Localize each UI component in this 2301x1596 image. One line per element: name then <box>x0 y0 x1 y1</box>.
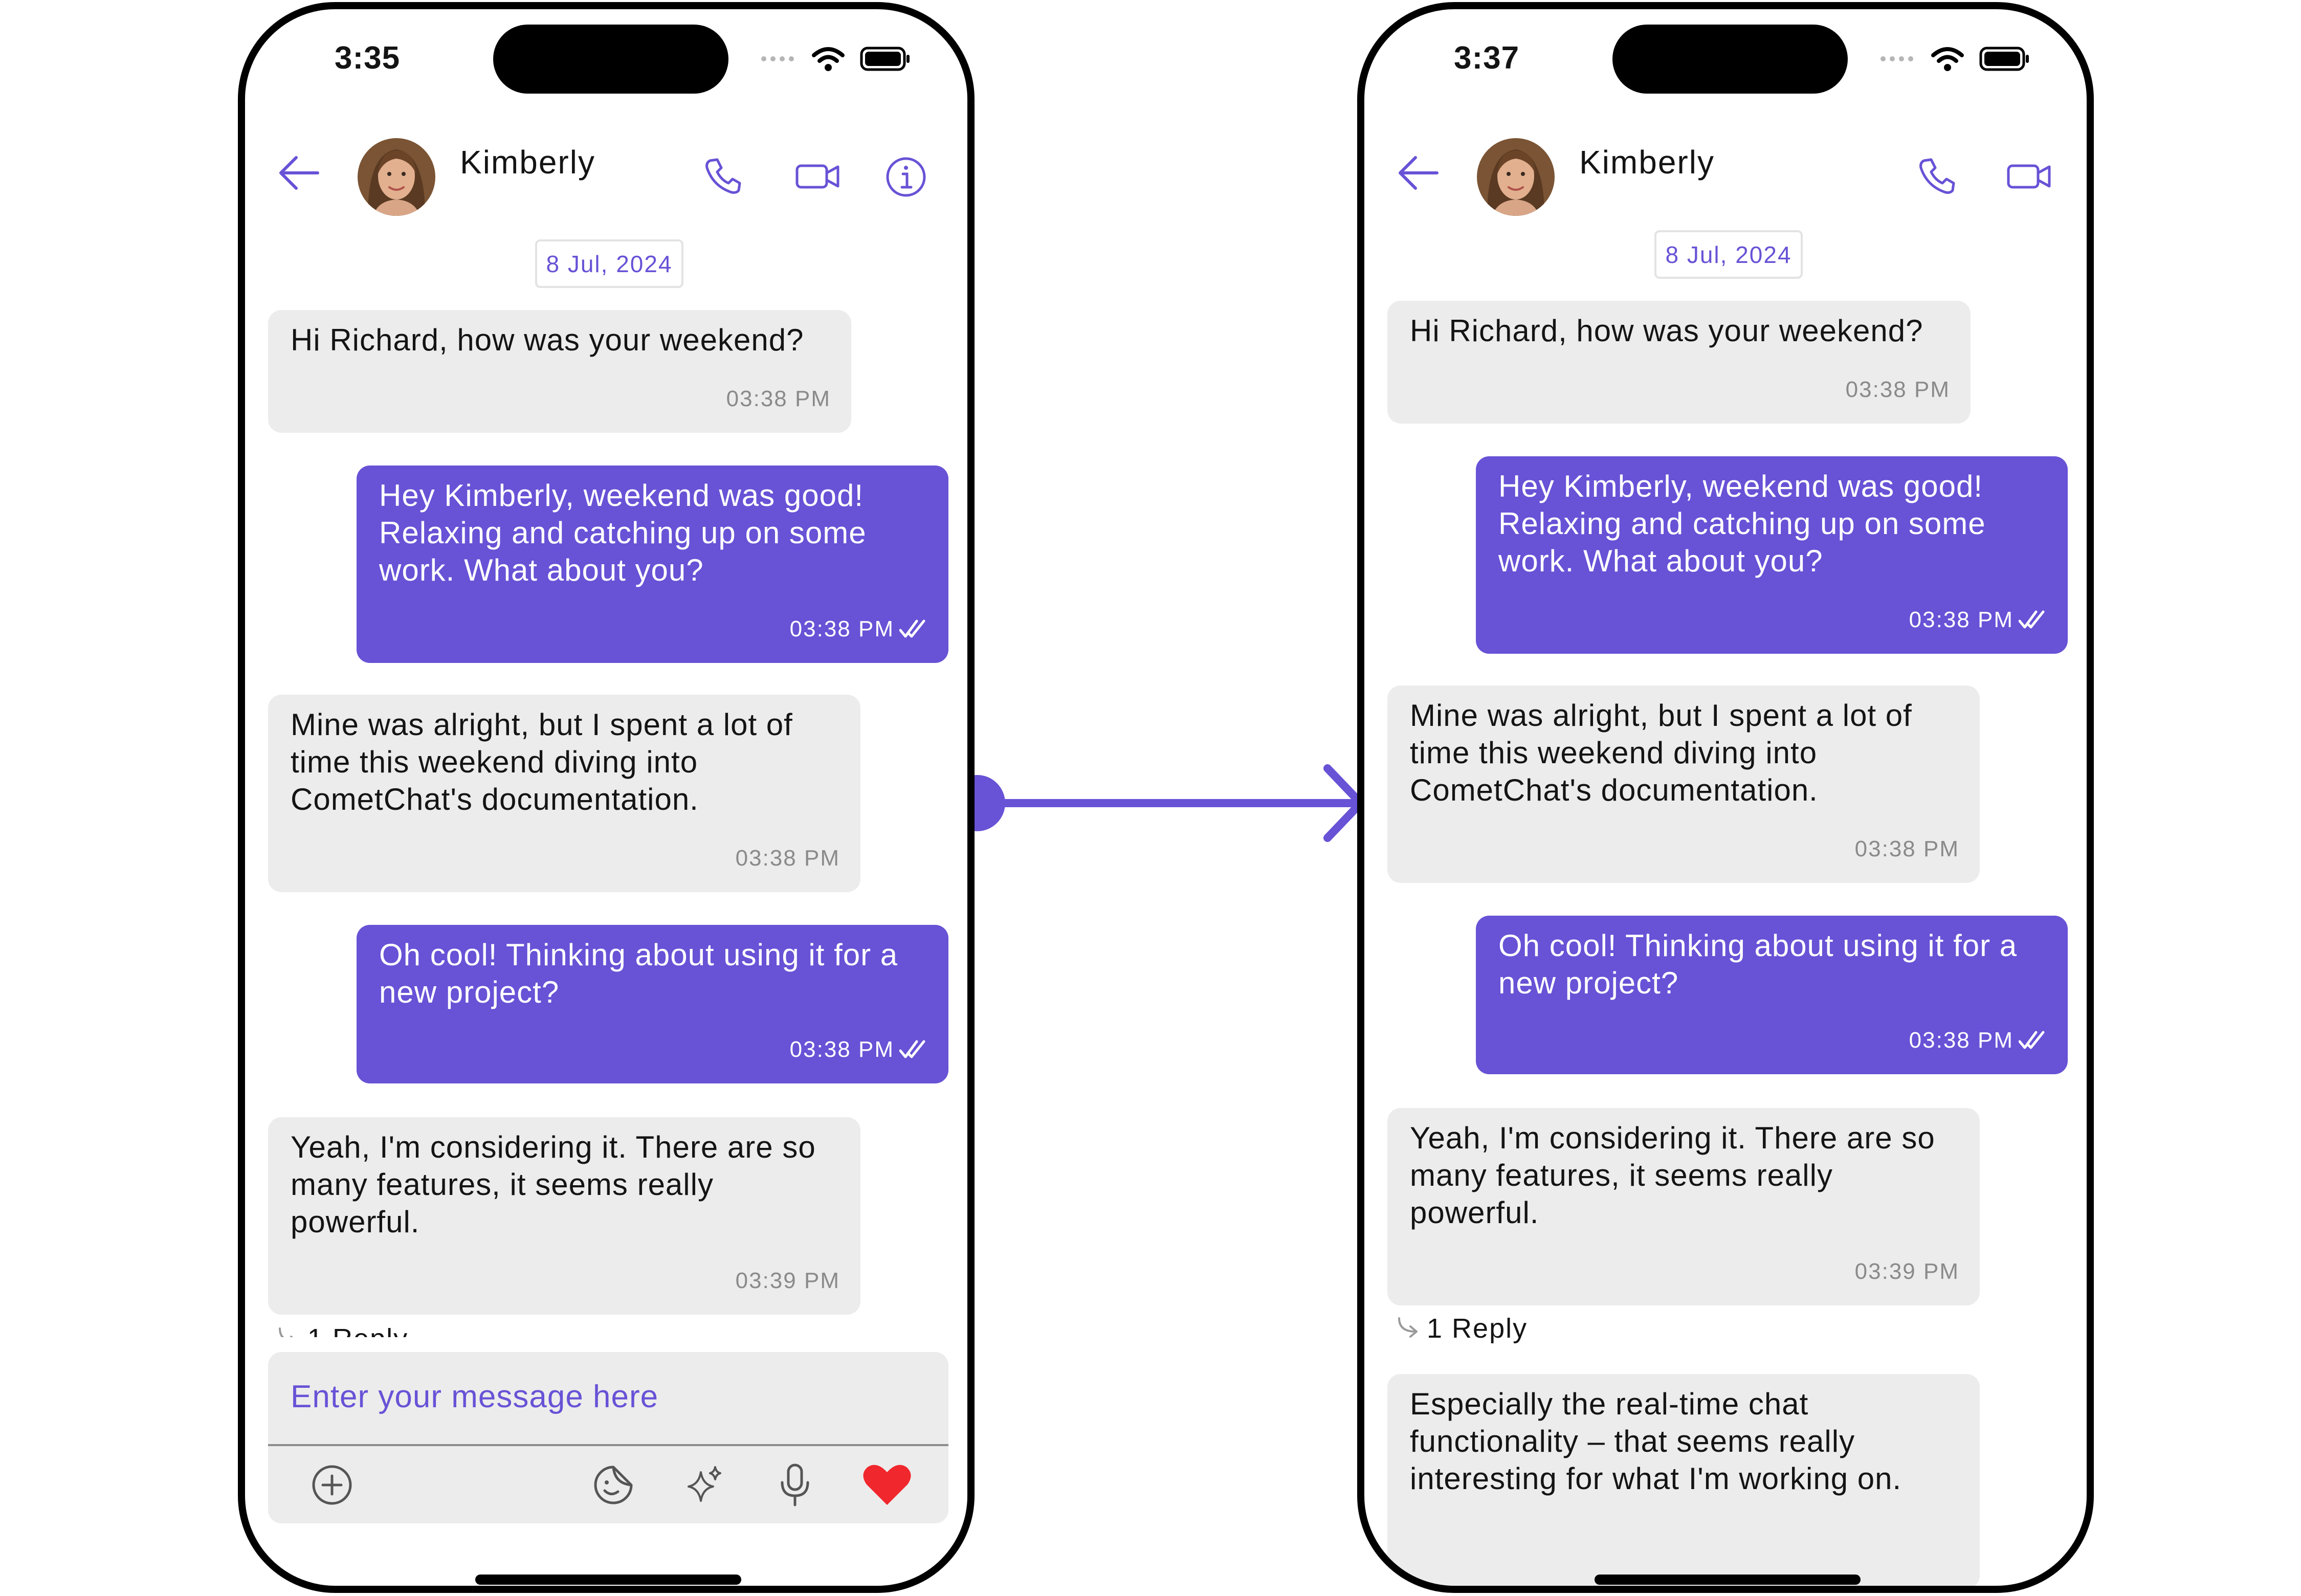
message-input[interactable]: Enter your message here <box>291 1379 658 1415</box>
battery-icon <box>1979 47 2029 71</box>
read-receipt-icon <box>899 619 925 637</box>
message-text: Hey Kimberly, weekend was good! Relaxing… <box>1498 469 1986 578</box>
video-icon[interactable] <box>795 156 841 196</box>
home-indicator <box>1595 1575 1861 1585</box>
status-time: 3:35 <box>335 40 401 76</box>
message-bubble-incoming[interactable]: Especially the real-time chat functional… <box>1387 1374 1980 1586</box>
phone-icon[interactable] <box>703 156 744 196</box>
dynamic-island <box>493 25 728 94</box>
message-time: 03:39 PM <box>1854 1259 1959 1284</box>
message-bubble-incoming[interactable]: Yeah, I'm considering it. There are so m… <box>268 1117 860 1315</box>
read-receipt-icon <box>899 1040 925 1058</box>
phone-left: 3:35 Kimberly 8 Jul, 2024 Hi Richard, ho… <box>238 2 975 1593</box>
message-text: Hey Kimberly, weekend was good! Relaxing… <box>379 478 867 587</box>
message-meta: 03:38 PM <box>736 839 840 877</box>
message-time: 03:38 PM <box>789 1037 894 1062</box>
add-icon[interactable] <box>309 1462 355 1508</box>
back-arrow-icon[interactable] <box>1395 152 1441 193</box>
dynamic-island <box>1612 25 1848 94</box>
back-arrow-icon[interactable] <box>276 152 322 193</box>
video-icon[interactable] <box>2006 156 2052 196</box>
message-time: 03:38 PM <box>1909 607 2014 632</box>
reply-count: 1 Reply <box>1427 1313 1528 1344</box>
message-text: Yeah, I'm considering it. There are so m… <box>291 1130 816 1239</box>
message-bubble-outgoing[interactable]: Oh cool! Thinking about using it for a n… <box>1476 916 2068 1074</box>
message-text: Hi Richard, how was your weekend? <box>1410 314 1923 348</box>
sticker-icon[interactable] <box>590 1462 636 1508</box>
message-time: 03:38 PM <box>735 846 840 871</box>
reply-clip: 1 Reply <box>245 1323 967 1337</box>
message-text: Especially the real-time chat functional… <box>1410 1387 1902 1496</box>
contact-name[interactable]: Kimberly <box>460 143 595 181</box>
microphone-icon[interactable] <box>772 1462 818 1508</box>
message-time: 03:39 PM <box>735 1268 840 1293</box>
home-indicator <box>475 1575 741 1585</box>
avatar[interactable] <box>358 138 435 216</box>
message-bubble-incoming[interactable]: Mine was alright, but I spent a lot of t… <box>1387 685 1980 883</box>
message-time: 03:38 PM <box>789 616 894 641</box>
message-bubble-outgoing[interactable]: Hey Kimberly, weekend was good! Relaxing… <box>1476 456 2068 654</box>
message-bubble-incoming[interactable]: Hi Richard, how was your weekend? 03:38 … <box>268 310 851 433</box>
heart-icon[interactable] <box>861 1462 913 1508</box>
arrowhead-icon <box>1323 764 1365 842</box>
contact-name[interactable]: Kimberly <box>1579 143 1715 181</box>
message-meta: 03:38 PM <box>1846 371 1950 408</box>
battery-icon <box>860 47 910 71</box>
message-bubble-incoming[interactable]: Hi Richard, how was your weekend? 03:38 … <box>1387 301 1971 424</box>
status-time: 3:37 <box>1454 40 1520 76</box>
message-meta: 03:38 PM <box>790 1031 928 1068</box>
ai-sparkle-icon[interactable] <box>681 1462 727 1508</box>
info-icon[interactable] <box>884 156 927 198</box>
message-composer: Enter your message here <box>268 1352 948 1523</box>
message-meta: 03:38 PM <box>726 380 831 417</box>
message-meta: 03:39 PM <box>736 1262 840 1299</box>
cellular-signal-icon <box>1880 56 1913 61</box>
message-bubble-incoming[interactable]: Yeah, I'm considering it. There are so m… <box>1387 1108 1980 1305</box>
reply-arrow-icon <box>1398 1317 1418 1338</box>
avatar[interactable] <box>1477 138 1555 216</box>
message-text: Mine was alright, but I spent a lot of t… <box>291 707 793 816</box>
thread-reply-link[interactable]: 1 Reply <box>1395 1313 1528 1344</box>
message-meta: 03:38 PM <box>1909 601 2047 638</box>
message-time: 03:38 PM <box>1909 1028 2014 1053</box>
date-separator: 8 Jul, 2024 <box>1654 230 1803 279</box>
reply-arrow-icon <box>279 1327 294 1337</box>
message-text: Oh cool! Thinking about using it for a n… <box>379 938 898 1009</box>
wifi-icon <box>1931 47 1964 71</box>
message-text: Hi Richard, how was your weekend? <box>291 323 804 357</box>
read-receipt-icon <box>2019 1031 2045 1049</box>
reply-count: 1 Reply <box>307 1323 408 1337</box>
message-time: 03:38 PM <box>726 386 831 411</box>
message-meta: 03:39 PM <box>1855 1253 1959 1290</box>
chat-header: Kimberly <box>1364 132 2087 224</box>
message-bubble-incoming[interactable]: Mine was alright, but I spent a lot of t… <box>268 695 860 892</box>
date-separator: 8 Jul, 2024 <box>535 239 683 288</box>
status-icons <box>761 46 911 72</box>
message-meta: 03:38 PM <box>790 610 928 648</box>
message-text: Mine was alright, but I spent a lot of t… <box>1410 698 1912 807</box>
message-text: Yeah, I'm considering it. There are so m… <box>1410 1121 1935 1230</box>
message-bubble-outgoing[interactable]: Hey Kimberly, weekend was good! Relaxing… <box>357 465 948 663</box>
wifi-icon <box>812 47 845 71</box>
message-meta: 03:38 PM <box>1909 1022 2047 1059</box>
message-bubble-outgoing[interactable]: Oh cool! Thinking about using it for a n… <box>357 925 948 1083</box>
message-time: 03:38 PM <box>1845 377 1950 402</box>
message-text: Oh cool! Thinking about using it for a n… <box>1498 928 2018 1000</box>
phone-right: 3:37 Kimberly 8 Jul, 2024 Hi Richard, ho… <box>1357 2 2094 1593</box>
chat-header: Kimberly <box>245 132 967 224</box>
thread-reply-link[interactable]: 1 Reply <box>276 1323 408 1337</box>
composer-divider <box>268 1444 948 1446</box>
message-meta: 03:38 PM <box>1855 830 1959 868</box>
message-time: 03:38 PM <box>1854 836 1959 861</box>
read-receipt-icon <box>2019 610 2045 628</box>
phone-icon[interactable] <box>1917 156 1958 196</box>
cellular-signal-icon <box>761 56 794 61</box>
status-icons <box>1880 46 2030 72</box>
